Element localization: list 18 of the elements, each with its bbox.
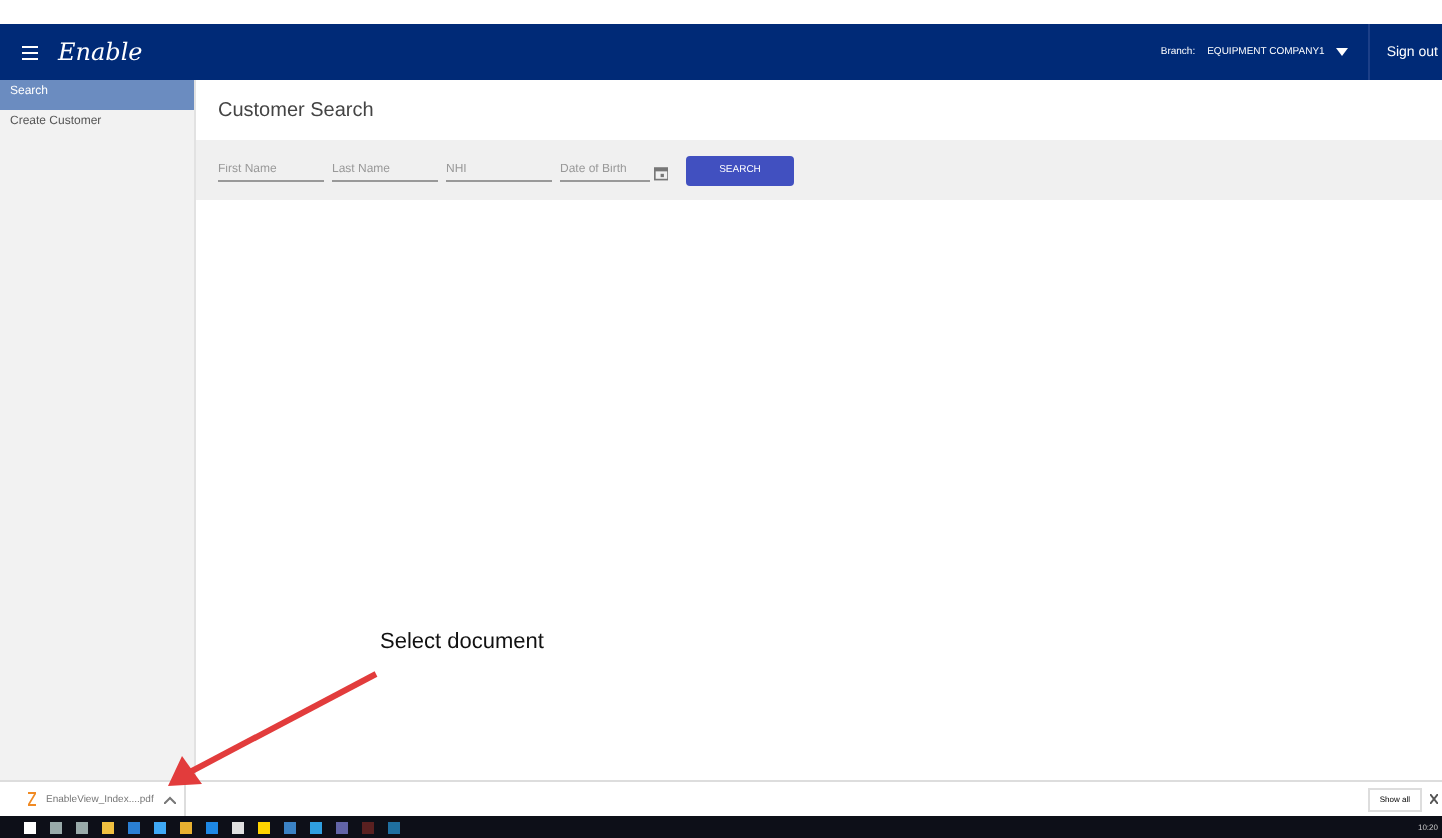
calendar-icon[interactable] [653, 163, 668, 181]
logo: Enable [58, 38, 143, 66]
taskbar-app-icon[interactable] [76, 821, 88, 833]
taskbar-app-icon[interactable] [310, 821, 322, 833]
taskbar-app-icon[interactable] [258, 821, 270, 833]
caret-icon[interactable] [1336, 48, 1349, 56]
menu-icon[interactable] [22, 45, 38, 59]
pdf-file-icon [28, 792, 36, 806]
taskbar-app-icon[interactable] [50, 821, 62, 833]
taskbar-app-icon[interactable] [180, 821, 192, 833]
taskbar-app-icon[interactable] [232, 821, 244, 833]
close-icon[interactable] [1430, 794, 1438, 804]
page-title: Customer Search [218, 99, 374, 121]
taskbar-app-icon[interactable] [24, 821, 36, 833]
taskbar-app-icon[interactable] [102, 821, 114, 833]
taskbar-app-icon[interactable] [154, 821, 166, 833]
chevron-up-icon[interactable] [163, 795, 176, 803]
annotation-text: Select document [380, 630, 544, 654]
